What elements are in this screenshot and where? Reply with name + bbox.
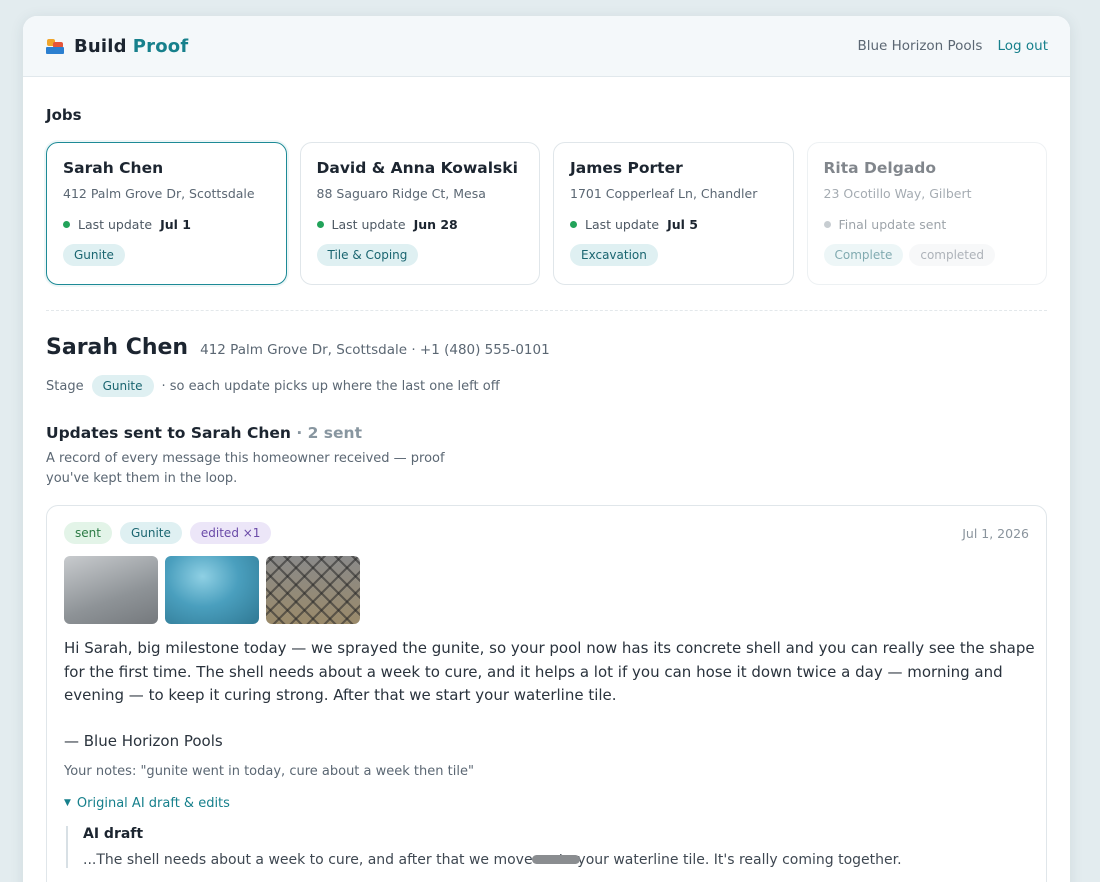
updates-heading: Updates sent to Sarah Chen · 2 sent [46, 424, 1047, 442]
update-date: Jul 1 [160, 217, 191, 232]
update-label: Last update [331, 217, 406, 232]
stage-note: · so each update picks up where the last… [161, 378, 500, 394]
status-dot-icon [316, 221, 324, 228]
job-card-kowalski[interactable]: David & Anna Kowalski 88 Saguaro Ridge C… [299, 142, 540, 285]
caret-down-icon: ▼ [64, 798, 71, 808]
update-message-card: sent Gunite edited ×1 Jul 1, 2026 Hi Sar… [46, 505, 1047, 882]
ai-draft-toggle[interactable]: ▼ Original AI draft & edits [64, 796, 1029, 811]
job-card-sarah-chen[interactable]: Sarah Chen 412 Palm Grove Dr, Scottsdale… [46, 142, 287, 285]
stage-row: Stage Gunite · so each update picks up w… [46, 375, 1047, 397]
job-last-update: Last update Jul 1 [63, 217, 270, 232]
stage-badge: Complete [823, 244, 904, 266]
photo-thumbnail[interactable] [64, 556, 158, 624]
section-divider [46, 310, 1047, 311]
update-label: Last update [585, 217, 660, 232]
job-address: 23 Ocotillo Way, Gilbert [823, 186, 972, 201]
status-dot-icon [570, 221, 577, 228]
message-notes: Your notes: "gunite went in today, cure … [64, 763, 474, 779]
ai-draft-title: AI draft [83, 825, 144, 842]
message-date: Jul 1, 2026 [962, 525, 1029, 541]
app-window: Build Proof Blue Horizon Pools Log out Jo… [23, 16, 1070, 882]
brand-word-build: Build [74, 35, 127, 57]
job-name: David & Anna Kowalski [316, 159, 518, 177]
stage-badge: Gunite [119, 522, 182, 544]
job-address: 88 Saguaro Ridge Ct, Mesa [316, 186, 486, 201]
edited-badge: edited ×1 [189, 522, 272, 544]
job-last-update: Last update Jul 5 [570, 217, 777, 232]
company-name: Blue Horizon Pools [857, 38, 983, 54]
status-badge: completed [909, 244, 996, 266]
job-name: James Porter [570, 159, 683, 177]
ai-draft-toggle-label: Original AI draft & edits [76, 795, 230, 811]
jobs-heading: Jobs [46, 106, 82, 124]
message-signature: — Blue Horizon Pools [64, 731, 223, 750]
brand-logo[interactable]: Build Proof [74, 36, 188, 57]
stage-badge: Gunite [63, 244, 125, 266]
job-last-update: Last update Jun 28 [316, 217, 524, 232]
status-dot-icon [823, 221, 831, 228]
update-date: Jun 28 [413, 217, 458, 232]
customer-contact: 412 Palm Grove Dr, Scottsdale · +1 (480)… [200, 342, 550, 358]
update-date: Jul 5 [667, 217, 698, 232]
photo-strip [64, 556, 1029, 624]
sent-badge: sent [64, 522, 112, 544]
stage-label: Stage [46, 378, 84, 394]
job-card-james-porter[interactable]: James Porter 1701 Copperleaf Ln, Chandle… [553, 142, 794, 285]
job-name: Rita Delgado [823, 159, 937, 177]
updates-title-text: Updates sent to Sarah Chen [46, 424, 291, 442]
update-label: Last update [78, 217, 153, 232]
job-address: 412 Palm Grove Dr, Scottsdale [63, 186, 255, 201]
updates-count: · 2 sent [296, 424, 362, 442]
job-card-rita-delgado[interactable]: Rita Delgado 23 Ocotillo Way, Gilbert Fi… [806, 142, 1047, 285]
message-body: Hi Sarah, big milestone today — we spray… [64, 639, 1035, 704]
message-header: sent Gunite edited ×1 Jul 1, 2026 [64, 522, 1029, 544]
photo-thumbnail[interactable] [266, 556, 360, 624]
updates-description: A record of every message this homeowner… [46, 451, 445, 486]
stage-badge[interactable]: Gunite [91, 375, 154, 397]
page-title: Sarah Chen [46, 335, 189, 360]
job-last-update: Final update sent [823, 217, 1031, 232]
update-label: Final update sent [838, 217, 947, 232]
brand-word-proof: Proof [132, 35, 189, 57]
stage-badge: Tile & Coping [316, 244, 419, 266]
status-dot-icon [63, 221, 70, 228]
photo-thumbnail[interactable] [165, 556, 259, 624]
scroll-handle[interactable] [532, 855, 580, 864]
selected-job-header: Sarah Chen 412 Palm Grove Dr, Scottsdale… [46, 335, 1047, 360]
stage-badge: Excavation [570, 244, 658, 266]
logo-icon [46, 38, 65, 55]
logout-link[interactable]: Log out [997, 38, 1048, 54]
job-name: Sarah Chen [63, 159, 164, 177]
jobs-list: Sarah Chen 412 Palm Grove Dr, Scottsdale… [46, 142, 1047, 285]
top-bar: Build Proof Blue Horizon Pools Log out [23, 16, 1070, 77]
job-address: 1701 Copperleaf Ln, Chandler [570, 186, 758, 201]
